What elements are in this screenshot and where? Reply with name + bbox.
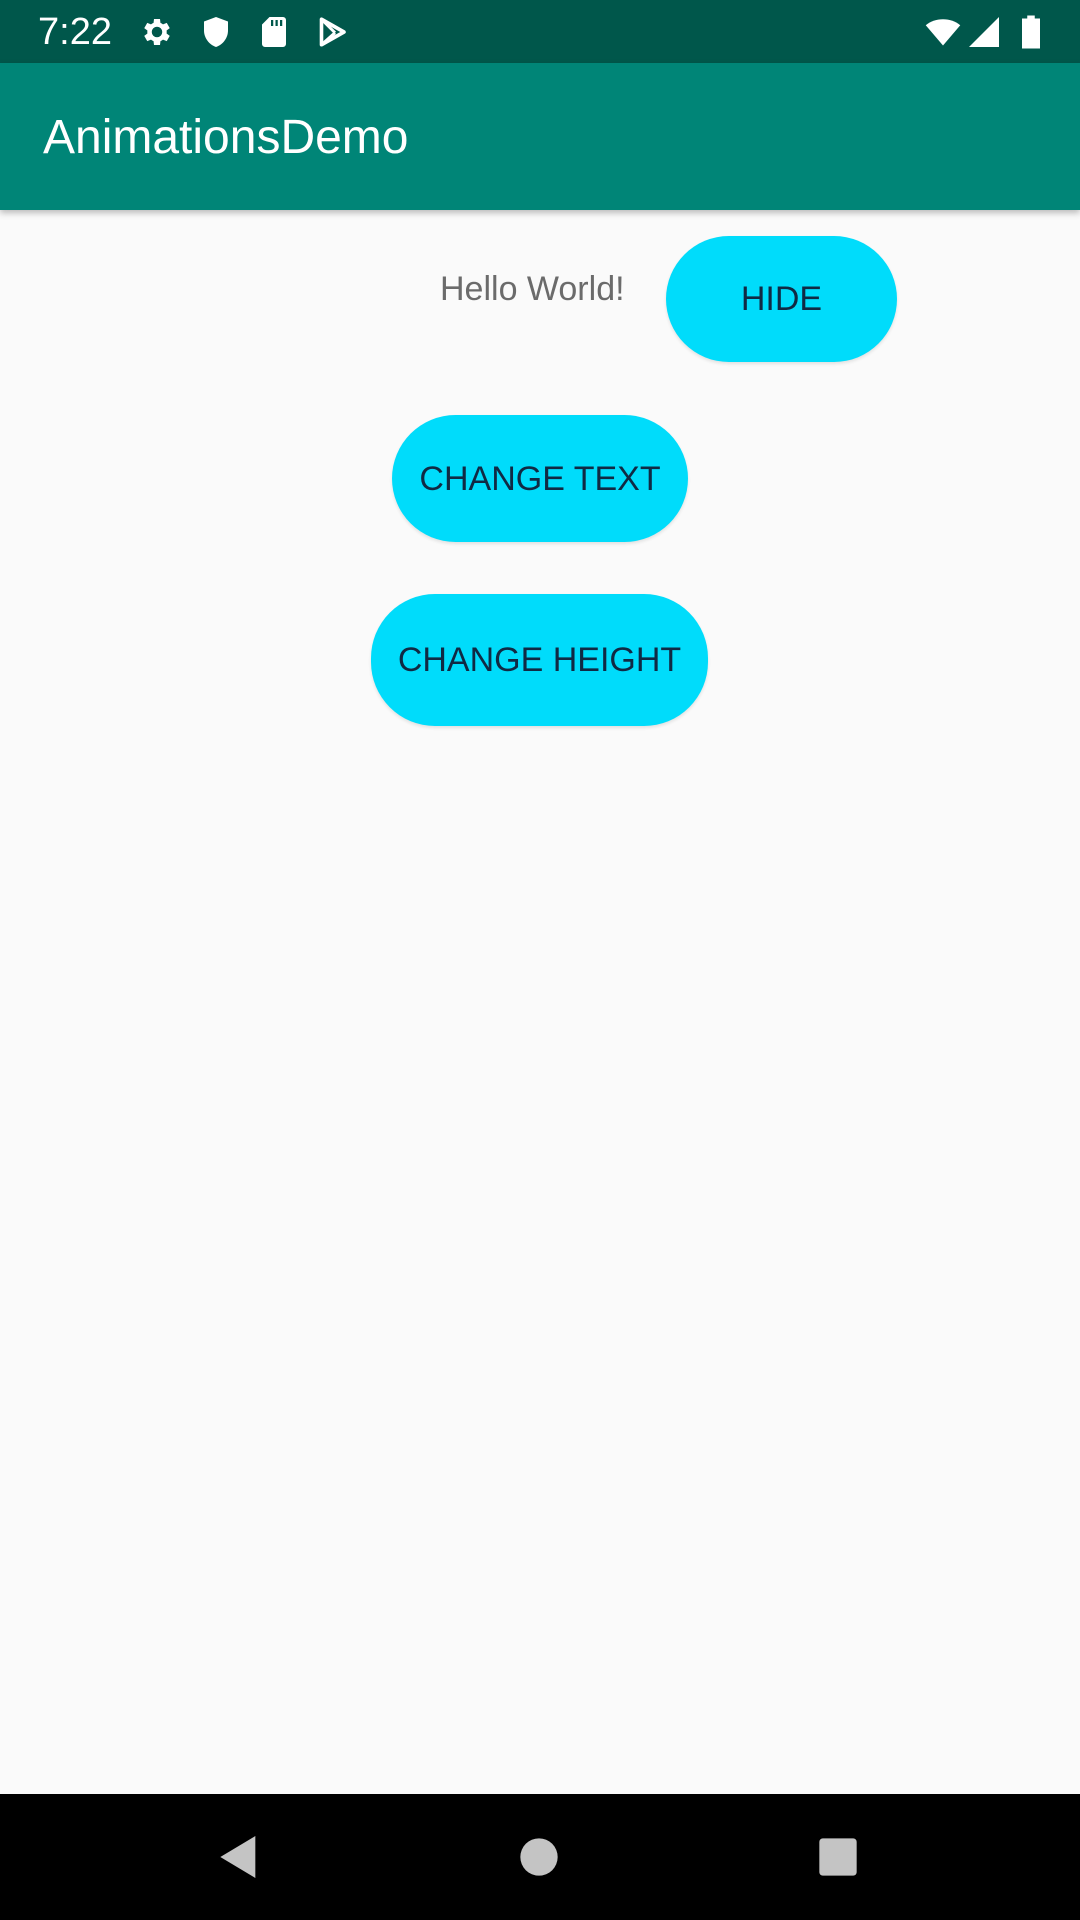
- app-title: AnimationsDemo: [43, 111, 409, 164]
- back-icon[interactable]: [211, 1829, 267, 1885]
- status-time: 7:22: [38, 11, 112, 53]
- hello-text: Hello World!: [440, 270, 625, 308]
- sd-card-icon: [256, 14, 292, 50]
- recents-icon[interactable]: [810, 1829, 866, 1885]
- status-bar: 7:22: [0, 0, 1080, 63]
- wifi-icon: [925, 14, 961, 50]
- app-screen: 7:22 AnimationsDemo Hello World! HIDE CH…: [0, 0, 1080, 1920]
- change-height-button[interactable]: CHANGE HEIGHT: [371, 594, 708, 726]
- home-icon[interactable]: [511, 1829, 567, 1885]
- app-bar: AnimationsDemo: [0, 63, 1080, 210]
- play-store-icon: [314, 14, 350, 50]
- cellular-signal-icon: [966, 14, 1002, 50]
- battery-icon: [1017, 14, 1045, 50]
- hide-button[interactable]: HIDE: [666, 236, 897, 362]
- settings-icon: [139, 14, 175, 50]
- navigation-bar: [0, 1794, 1080, 1920]
- shield-icon: [198, 14, 234, 50]
- change-text-button[interactable]: CHANGE TEXT: [392, 415, 688, 542]
